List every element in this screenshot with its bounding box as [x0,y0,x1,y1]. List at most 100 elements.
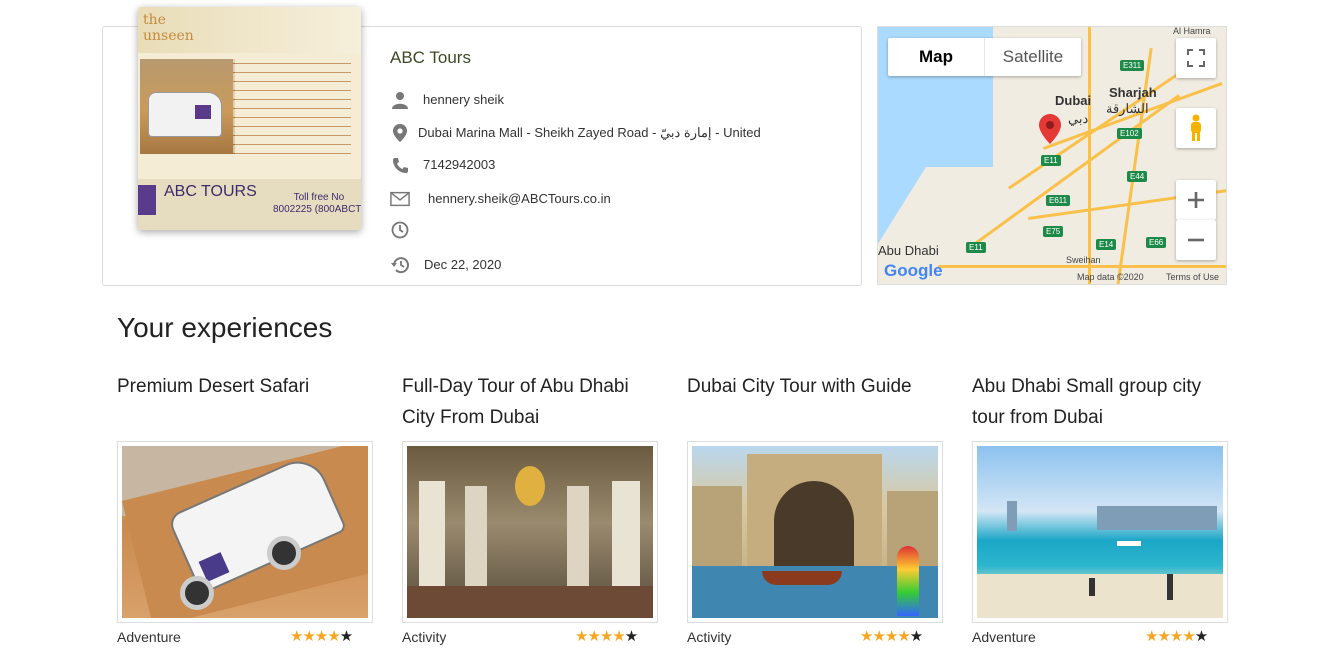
rating-stars: ★★★★★ [860,627,923,645]
location-pin-icon[interactable] [1039,114,1061,144]
image-chandelier [515,466,545,506]
image-archway [774,481,854,569]
image-column [567,486,589,596]
plus-icon [1188,192,1204,208]
experience-category: Activity [687,629,732,645]
experience-category: Adventure [117,629,181,645]
image-person [1089,578,1095,596]
experience-thumbnail[interactable] [117,441,373,623]
agency-name: ABC Tours [390,48,471,67]
user-icon [390,91,410,109]
image-tower [897,546,919,616]
image-wheel [267,536,301,570]
rating-stars: ★★★★★ [575,627,638,645]
image-wheel [180,576,214,610]
logo-title: the unseen [143,12,194,44]
map-label-dubai: Dubai [1055,93,1092,108]
rating-stars: ★★★★★ [1145,627,1208,645]
image-boat [1117,541,1141,546]
email[interactable]: hennery.sheik@ABCTours.co.in [428,191,611,206]
road-shield: E11 [1041,155,1061,166]
image-sand [977,574,1223,618]
experience-title[interactable]: Abu Dhabi Small group city tour from Dub… [972,371,1228,441]
address: Dubai Marina Mall - Sheikh Zayed Road - … [418,125,761,140]
mosque-image [407,446,653,618]
experience-card[interactable]: Premium Desert Safari Adventure ★★★★★ [117,371,373,649]
logo-brand: ABC TOURS [164,183,257,200]
zoom-in-button[interactable] [1176,180,1216,220]
map-label-sharjah-ar: الشارقة [1106,101,1149,116]
history-icon [390,256,410,274]
heritage-village-image [692,446,938,618]
map-label-al-hamra: Al Hamra [1173,26,1211,36]
road-shield: E66 [1146,237,1167,248]
logo-toll-free: Toll free No 8002225 (800ABCT) [273,192,361,215]
clock-icon [390,221,410,239]
experience-thumbnail[interactable] [402,441,658,623]
map-type-toggle[interactable]: Map Satellite [888,38,1081,76]
experience-thumbnail[interactable] [972,441,1228,623]
contact-person: hennery sheik [423,92,504,107]
image-person [1167,574,1173,600]
map-tab-satellite[interactable]: Satellite [985,38,1081,76]
experiences-heading: Your experiences [117,312,333,343]
google-logo: Google [884,261,943,280]
pegman-icon [1191,114,1201,141]
experience-card[interactable]: Abu Dhabi Small group city tour from Dub… [972,371,1228,649]
phone-icon [390,156,410,174]
experience-title[interactable]: Premium Desert Safari [117,371,373,441]
map-tab-map[interactable]: Map [888,38,985,76]
logo-car [148,92,222,137]
zoom-out-button[interactable] [1176,220,1216,260]
desert-safari-image [122,446,368,618]
map-label-abu-dhabi: Abu Dhabi [878,243,939,258]
minus-icon [1188,238,1204,242]
map-label-sharjah: Sharjah [1109,85,1157,100]
experience-thumbnail[interactable] [687,441,943,623]
road-shield: E75 [1043,226,1064,237]
fullscreen-icon [1187,49,1205,67]
rating-stars: ★★★★★ [290,627,353,645]
image-boat [762,571,842,585]
map-label-dubai-ar: دبي [1068,111,1089,126]
road-shield: E14 [1096,239,1117,250]
experience-category: Adventure [972,629,1036,645]
map-label-sweihan: Sweihan [1066,255,1101,265]
road-shield: E311 [1120,60,1145,71]
location-map[interactable]: Al Hamra Sharjah الشارقة Dubai دبي Abu D… [877,26,1227,285]
image-skyline [1097,506,1217,530]
created-date: Dec 22, 2020 [424,257,502,272]
map-road [938,265,1226,268]
image-wall [692,486,742,571]
map-attribution: Map data ©2020 [1077,272,1144,282]
logo-text-lines [233,59,351,159]
map-marker-icon [390,124,410,142]
experience-title[interactable]: Full-Day Tour of Abu Dhabi City From Dub… [402,371,658,441]
envelope-icon [390,190,410,208]
image-column [419,481,445,601]
beach-skyline-image [977,446,1223,618]
experience-title[interactable]: Dubai City Tour with Guide [687,371,943,441]
map-terms-link[interactable]: Terms of Use [1166,272,1219,282]
map-road [1088,27,1091,284]
road-shield: E44 [1127,171,1148,182]
fullscreen-button[interactable] [1176,38,1216,78]
experience-meta: Adventure ★★★★★ [117,627,373,649]
experience-meta: Adventure ★★★★★ [972,627,1228,649]
street-view-button[interactable] [1176,108,1216,148]
image-column [465,486,487,596]
phone: 7142942003 [423,157,496,172]
experience-meta: Activity ★★★★★ [687,627,943,649]
image-column [612,481,640,601]
road-shield: E611 [1046,195,1071,206]
experience-card[interactable]: Full-Day Tour of Abu Dhabi City From Dub… [402,371,658,649]
road-shield: E11 [966,242,986,253]
experience-category: Activity [402,629,447,645]
map-road [1116,47,1153,284]
experience-meta: Activity ★★★★★ [402,627,658,649]
image-building [1007,501,1017,531]
logo-emblem [138,185,156,215]
agency-logo: the unseen ABC TOURS Toll free No 800222… [138,7,361,230]
image-carpet [407,586,653,618]
experience-card[interactable]: Dubai City Tour with Guide Activity ★★★★… [687,371,943,649]
